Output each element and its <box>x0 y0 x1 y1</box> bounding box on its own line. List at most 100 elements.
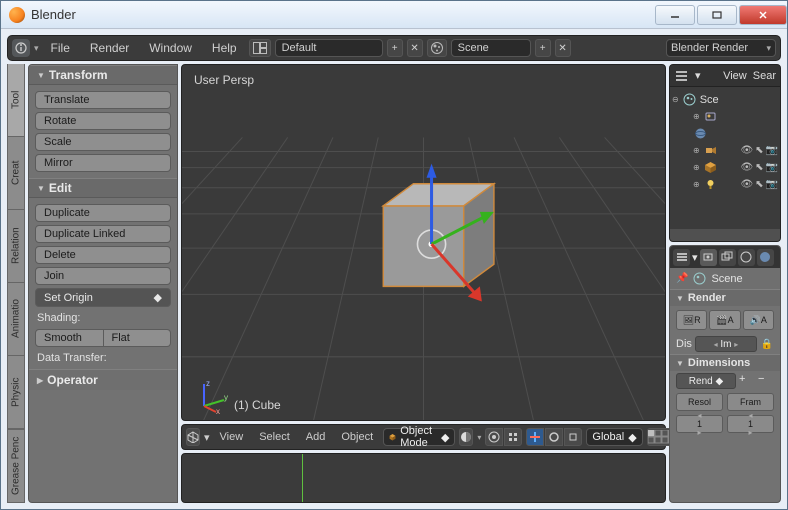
app-window: Blender ▾ File Render Window Help Defaul… <box>0 0 788 510</box>
manipulator-scale-toggle[interactable] <box>564 428 582 446</box>
preset-remove-button[interactable]: − <box>758 373 774 389</box>
edit-panel-header[interactable]: Edit <box>29 178 177 198</box>
translate-button[interactable]: Translate <box>35 91 171 109</box>
render-panel-header[interactable]: Render <box>670 289 780 306</box>
scene-name[interactable]: Scene <box>451 39 531 57</box>
delete-button[interactable]: Delete <box>35 246 171 264</box>
outliner-search-menu[interactable]: Sear <box>753 70 776 82</box>
eye-icon[interactable]: 👁 <box>740 179 753 190</box>
frame-value[interactable]: ◂1▸ <box>727 415 774 433</box>
render-anim-button[interactable]: 🎬A <box>709 310 740 330</box>
render-icon[interactable]: 📷 <box>766 162 778 173</box>
tree-cube-row: ⊕ 👁⬉📷 <box>672 159 778 176</box>
dimensions-panel-header[interactable]: Dimensions <box>670 354 780 371</box>
manipulate-center-toggle[interactable] <box>504 428 522 446</box>
tab-physics[interactable]: Physic <box>7 356 25 429</box>
tab-tools[interactable]: Tool <box>7 64 25 137</box>
timeline-editor[interactable] <box>181 453 666 503</box>
object-menu[interactable]: Object <box>335 429 379 445</box>
transform-orientation-select[interactable]: Global ◆ <box>586 428 642 446</box>
outliner-hscroll[interactable] <box>670 229 780 241</box>
scale-button[interactable]: Scale <box>35 133 171 151</box>
minimize-button[interactable] <box>655 5 695 25</box>
add-menu[interactable]: Add <box>300 429 332 445</box>
flat-shading-button[interactable]: Flat <box>104 329 172 347</box>
timeline-playhead[interactable] <box>302 454 303 502</box>
join-button[interactable]: Join <box>35 267 171 285</box>
edit-title: Edit <box>49 181 72 195</box>
scene-name-text: Scene <box>458 42 489 54</box>
remove-layout-button[interactable]: ✕ <box>407 39 423 57</box>
render-image-button[interactable]: 🖼R <box>676 310 707 330</box>
tool-category-tabs: Tool Creat Relation Animatio Physic Grea… <box>7 64 25 503</box>
context-render-tab[interactable] <box>700 249 717 266</box>
select-menu[interactable]: Select <box>253 429 296 445</box>
operator-panel-header[interactable]: Operator <box>29 369 177 390</box>
remove-scene-button[interactable]: ✕ <box>555 39 571 57</box>
view-menu[interactable]: View <box>214 429 250 445</box>
operator-title: Operator <box>47 373 98 387</box>
render-icon[interactable]: 📷 <box>766 179 778 190</box>
menu-window[interactable]: Window <box>141 39 200 57</box>
duplicate-linked-button[interactable]: Duplicate Linked <box>35 225 171 243</box>
maximize-button[interactable] <box>697 5 737 25</box>
pivot-point-select[interactable] <box>485 428 503 446</box>
preset-add-button[interactable]: + <box>739 373 755 389</box>
shading-label: Shading: <box>35 310 171 326</box>
smooth-shading-button[interactable]: Smooth <box>35 329 104 347</box>
cursor-icon[interactable]: ⬉ <box>755 162 763 173</box>
rotate-button[interactable]: Rotate <box>35 112 171 130</box>
context-scene-tab[interactable] <box>738 249 755 266</box>
context-renderlayers-tab[interactable] <box>719 249 736 266</box>
outliner: ▾ View Sear ⊖ Sce ⊕ <box>669 64 781 242</box>
viewport-shading-select[interactable] <box>459 428 473 446</box>
tab-relations[interactable]: Relation <box>7 210 25 283</box>
window-controls <box>653 5 787 25</box>
mirror-button[interactable]: Mirror <box>35 154 171 172</box>
resolution-value[interactable]: ◂1▸ <box>676 415 723 433</box>
outliner-tree[interactable]: ⊖ Sce ⊕ ⊕ <box>670 87 780 229</box>
tab-create[interactable]: Creat <box>7 137 25 210</box>
camera-icon <box>703 143 718 158</box>
manipulator-translate-toggle[interactable] <box>526 428 544 446</box>
set-origin-dropdown[interactable]: Set Origin◆ <box>35 288 171 307</box>
eye-icon[interactable]: 👁 <box>740 145 753 156</box>
info-editor-icon[interactable] <box>12 39 30 57</box>
3d-editor-type-icon[interactable] <box>186 428 200 446</box>
display-mode-select[interactable]: ◂ Im ▸ <box>695 336 757 352</box>
close-button[interactable] <box>739 5 787 25</box>
outliner-editor-icon[interactable] <box>674 68 689 83</box>
3d-view-header: ▾ View Select Add Object Object Mode ◆ ▾ <box>181 424 666 450</box>
3d-viewport[interactable]: User Persp z y x (1) Cube <box>181 64 666 421</box>
tree-lamp-row: ⊕ 👁⬉📷 <box>672 176 778 193</box>
render-audio-button[interactable]: 🔊A <box>743 310 774 330</box>
render-preset-select[interactable]: Rend ◆ <box>676 373 736 389</box>
menu-file[interactable]: File <box>43 39 78 57</box>
axis-mini-gizmo: z y x <box>194 378 230 414</box>
add-scene-button[interactable]: + <box>535 39 551 57</box>
cursor-icon[interactable]: ⬉ <box>755 179 763 190</box>
manipulator-rotate-toggle[interactable] <box>545 428 563 446</box>
interaction-mode-select[interactable]: Object Mode ◆ <box>383 428 455 446</box>
cursor-icon[interactable]: ⬉ <box>755 145 763 156</box>
duplicate-button[interactable]: Duplicate <box>35 204 171 222</box>
eye-icon[interactable]: 👁 <box>740 162 753 173</box>
menu-help[interactable]: Help <box>204 39 245 57</box>
transform-panel-header[interactable]: Transform <box>29 65 177 85</box>
tab-animation[interactable]: Animatio <box>7 283 25 356</box>
lock-icon[interactable]: 🔒 <box>760 336 774 352</box>
outliner-view-menu[interactable]: View <box>723 70 747 82</box>
menu-render[interactable]: Render <box>82 39 137 57</box>
tab-grease-pencil[interactable]: Grease Penc <box>7 429 25 503</box>
screen-layout-name[interactable]: Default <box>275 39 383 57</box>
props-editor-icon[interactable] <box>673 249 690 266</box>
render-icon[interactable]: 📷 <box>766 145 778 156</box>
pin-icon[interactable]: 📌 <box>676 273 688 284</box>
render-engine-select[interactable]: Blender Render ▾ <box>666 39 776 57</box>
frame-label-cell: Fram <box>727 393 774 411</box>
add-layout-button[interactable]: + <box>387 39 403 57</box>
scene-browse-icon[interactable] <box>427 39 447 57</box>
screen-layout-icon[interactable] <box>249 39 271 57</box>
context-world-tab[interactable] <box>757 249 774 266</box>
viewport-grid <box>182 65 665 421</box>
